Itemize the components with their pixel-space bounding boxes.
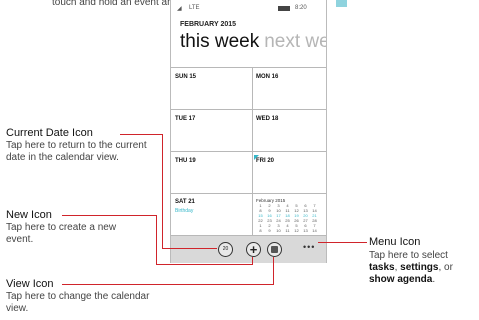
callout-line (156, 215, 157, 265)
mini-calendar-week: 8 9 10 11 12 13 14 (256, 228, 322, 233)
mini-calendar-day[interactable]: 8 (256, 228, 265, 233)
status-bar: ◢ LTE 8:20 (171, 0, 326, 14)
callout-menu-prefix: Tap here to select (369, 250, 448, 261)
callout-menu-settings: settings (400, 262, 439, 273)
grid-divider (171, 109, 326, 110)
callout-view-desc: Tap here to change the calendar view. (6, 291, 150, 314)
mini-calendar-day[interactable]: 10 (274, 228, 283, 233)
mini-calendar-day[interactable]: 13 (301, 228, 310, 233)
callout-line (252, 257, 253, 265)
callout-menu-title: Menu Icon (369, 236, 421, 248)
week-tabs: this weeknext wee (180, 31, 326, 53)
callout-line (318, 242, 367, 243)
callout-current-date-desc: Tap here to return to the current date i… (6, 140, 147, 163)
battery-icon (278, 6, 290, 11)
new-event-button[interactable]: + (246, 242, 261, 257)
callout-menu-tasks: tasks (369, 262, 395, 273)
mini-calendar-day[interactable]: 12 (292, 228, 301, 233)
day-cell-sat[interactable]: SAT 21 (175, 199, 195, 205)
callout-line (273, 257, 274, 285)
callout-line (62, 215, 157, 216)
phone-screen: ◢ LTE 8:20 FEBRUARY 2015 this week next w… (170, 0, 327, 263)
callout-menu-agenda: show agenda (369, 274, 433, 285)
view-button[interactable] (267, 242, 282, 257)
grid-view-icon (271, 246, 278, 253)
callout-current-date-title: Current Date Icon (6, 127, 93, 139)
grid-divider (171, 67, 326, 68)
menu-more-button[interactable]: ••• (303, 242, 315, 252)
callout-line (156, 264, 252, 265)
callout-new-desc: Tap here to create a new event. (6, 222, 117, 245)
callout-menu-sep: , or (438, 262, 453, 273)
day-cell-tue[interactable]: TUE 17 (175, 116, 195, 122)
day-cell-sun[interactable]: SUN 15 (175, 74, 196, 80)
current-date-button[interactable]: 20 (218, 242, 233, 257)
month-label: FEBRUARY 2015 (180, 21, 237, 28)
mini-calendar-day[interactable]: 11 (283, 228, 292, 233)
callout-line (62, 284, 274, 285)
mini-calendar[interactable]: February 2015 1 2 3 4 5 6 7 8 9 10 11 12 13 14 15 16 17 1… (256, 198, 322, 233)
tab-this-week[interactable]: this week (180, 31, 259, 52)
signal-icon: ◢ (177, 6, 182, 12)
callout-view-title: View Icon (6, 278, 54, 290)
day-cell-mon[interactable]: MON 16 (256, 74, 278, 80)
inline-icon-marker (336, 0, 347, 7)
callout-new-title: New Icon (6, 209, 52, 221)
event-item[interactable]: Birthday (175, 208, 193, 214)
calendar-date-icon: 20 (222, 246, 229, 252)
grid-divider (171, 193, 326, 194)
callout-menu-desc: Tap here to select tasks, settings, or s… (369, 250, 479, 286)
grid-divider (171, 151, 326, 152)
mini-calendar-day[interactable]: 9 (265, 228, 274, 233)
callout-line (162, 134, 163, 248)
clock: 8:20 (295, 5, 307, 11)
mini-calendar-day[interactable]: 14 (310, 228, 319, 233)
day-cell-fri[interactable]: FRI 20 (256, 158, 274, 164)
callout-line (162, 248, 217, 249)
grid-divider (252, 67, 253, 235)
day-cell-thu[interactable]: THU 19 (175, 158, 196, 164)
day-cell-wed[interactable]: WED 18 (256, 116, 278, 122)
network-label: LTE (189, 5, 200, 11)
callout-line (120, 134, 163, 135)
tab-next-week[interactable]: next wee (264, 31, 326, 52)
callout-menu-end: . (432, 274, 436, 285)
plus-icon: + (249, 242, 258, 257)
